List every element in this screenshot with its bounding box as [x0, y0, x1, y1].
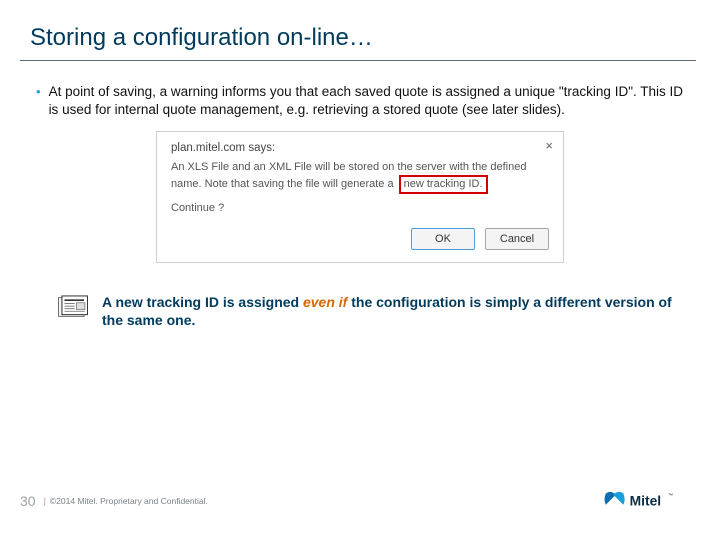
- cancel-button[interactable]: Cancel: [485, 228, 549, 250]
- newspaper-icon: [56, 293, 90, 321]
- bullet-text: At point of saving, a warning informs yo…: [49, 83, 684, 119]
- logo-text: Mitel: [630, 492, 661, 508]
- note-callout: A new tracking ID is assigned even if th…: [0, 263, 720, 329]
- mitel-logo-icon: Mitel ™: [602, 488, 690, 514]
- ok-button[interactable]: OK: [411, 228, 475, 250]
- note-pre: A new tracking ID is assigned: [102, 294, 303, 310]
- svg-text:™: ™: [668, 493, 673, 499]
- page-number: 30: [20, 493, 36, 509]
- dialog-continue-text: Continue ?: [171, 202, 549, 214]
- dialog-screenshot: × plan.mitel.com says: An XLS File and a…: [0, 119, 720, 263]
- note-text: A new tracking ID is assigned even if th…: [102, 293, 680, 329]
- slide-title: Storing a configuration on-line…: [0, 0, 720, 60]
- slide: Storing a configuration on-line… • At po…: [0, 0, 720, 540]
- note-emphasis: even if: [303, 294, 347, 310]
- dialog-message: An XLS File and an XML File will be stor…: [171, 160, 549, 194]
- dialog-highlight-box: new tracking ID.: [399, 175, 488, 194]
- bullet-item: • At point of saving, a warning informs …: [0, 61, 720, 119]
- mitel-logo: Mitel ™: [602, 488, 690, 514]
- copyright-text: ©2014 Mitel. Proprietary and Confidentia…: [50, 496, 208, 506]
- dialog-button-row: OK Cancel: [171, 228, 549, 250]
- close-icon[interactable]: ×: [545, 138, 553, 153]
- browser-confirm-dialog: × plan.mitel.com says: An XLS File and a…: [156, 131, 564, 263]
- bullet-marker: •: [36, 83, 49, 119]
- slide-footer: 30 | ©2014 Mitel. Proprietary and Confid…: [0, 488, 720, 514]
- footer-separator: |: [44, 496, 46, 506]
- dialog-host-label: plan.mitel.com says:: [171, 142, 549, 154]
